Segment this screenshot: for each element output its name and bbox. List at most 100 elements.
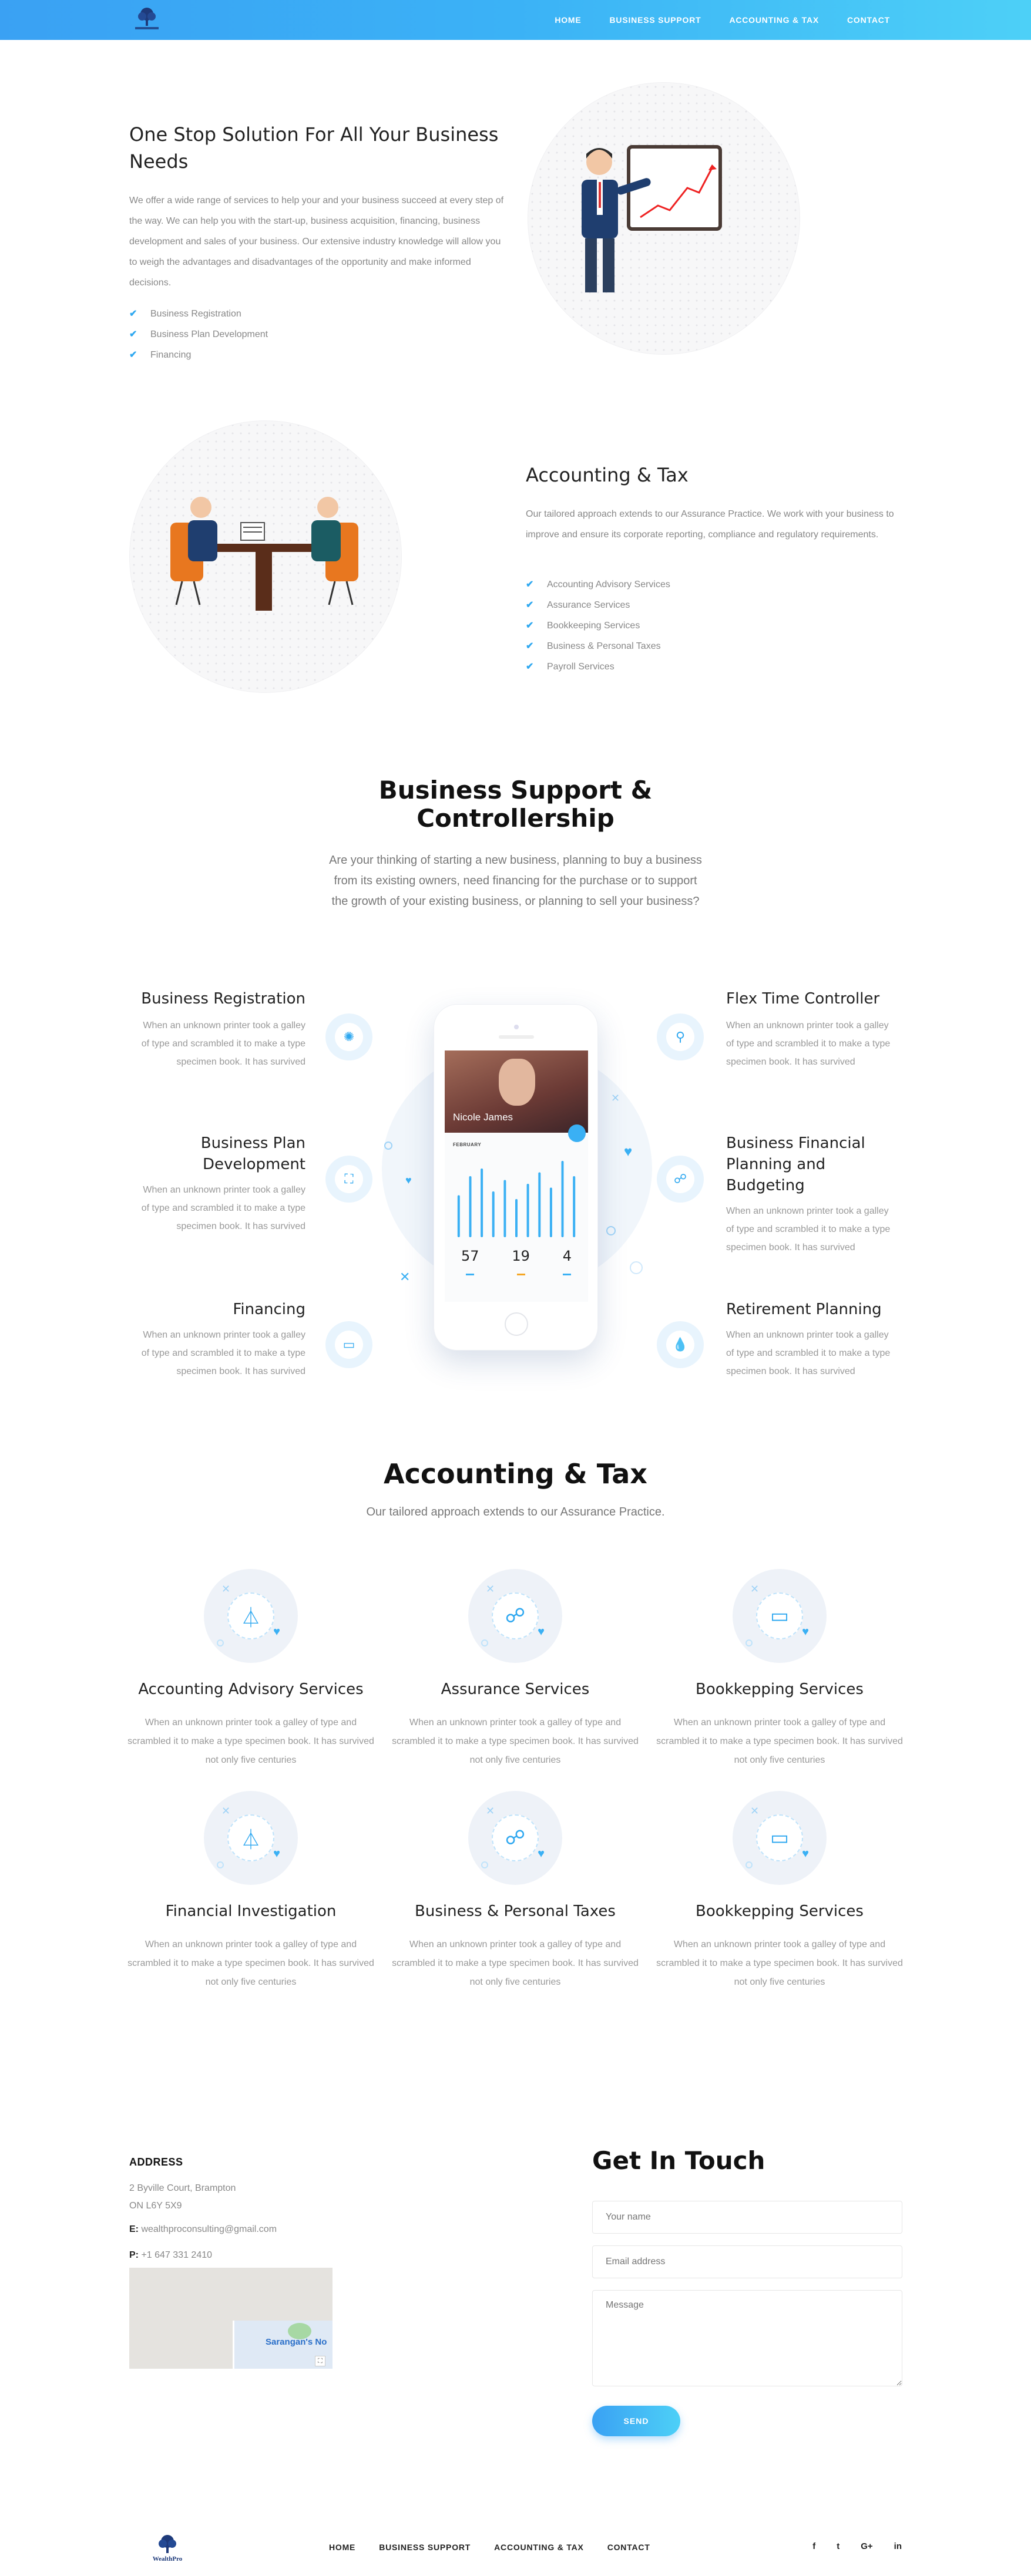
check-icon: ✔ [526,641,534,651]
chart-bar [457,1195,460,1237]
feature-left-1: Business Registration When an unknown pr… [129,988,305,1071]
nav-links: HOME BUSINESS SUPPORT ACCOUNTING & TAX C… [555,0,890,40]
handshake-icon: ✕ ☍ ♥ [468,1569,562,1663]
org-chart-icon: ⛶ [325,1156,372,1203]
nav-business-support[interactable]: BUSINESS SUPPORT [610,15,701,25]
address-heading: ADDRESS [129,2156,183,2168]
brain-icon: ✺ [325,1013,372,1060]
list-item: ✔ Assurance Services [526,595,878,615]
location-pin-icon: ⚲ [657,1013,704,1060]
feature-text: When an unknown printer took a galley of… [726,1021,891,1067]
footer-contact[interactable]: CONTACT [607,2543,650,2552]
logo-tree-icon [135,8,159,29]
list-item: ✔ Business Registration [129,304,482,324]
message-field[interactable] [592,2290,902,2386]
feature-title: Flex Time Controller [726,990,880,1008]
accounting-subtitle: Our tailored approach extends to our Ass… [366,1506,665,1518]
service-card: ✕ ⏃ ♥ Accounting Advisory Services When an… [127,1569,374,1770]
support-subtitle: Are your thinking of starting a new busi… [329,854,702,908]
list-item: ✔ Payroll Services [526,656,878,677]
feature-text: When an unknown printer took a galley of… [141,1185,305,1231]
feature-right-2: Business Financial Planning and Budgetin… [726,1133,902,1257]
feature-title: Business Registration [141,990,305,1008]
chart-bar [469,1176,472,1237]
check-icon: ✔ [526,662,534,672]
feature-text: When an unknown printer took a galley of… [141,1021,305,1067]
footer-home[interactable]: HOME [329,2543,355,2552]
service-name: Bookkepping Services [696,1681,864,1698]
footer-links: HOME BUSINESS SUPPORT ACCOUNTING & TAX C… [329,2543,650,2552]
location-map[interactable]: Sarangan's No ⛶ [129,2268,333,2369]
address-line: ON L6Y 5X9 [129,2201,182,2211]
footer-business-support[interactable]: BUSINESS SUPPORT [379,2543,471,2552]
map-label: Sarangan's No [266,2337,327,2347]
feature-text: When an unknown printer took a galley of… [726,1330,891,1376]
ring-decoration [384,1141,392,1150]
footer-accounting-tax[interactable]: ACCOUNTING & TAX [494,2543,584,2552]
twitter-icon[interactable]: t [837,2541,839,2551]
check-icon: ✔ [129,309,137,319]
fullscreen-icon[interactable]: ⛶ [315,2356,325,2366]
name-field[interactable] [592,2201,902,2234]
accounting-checklist: ✔ Accounting Advisory Services ✔ Assurance… [526,574,878,677]
phone-speaker [499,1035,534,1039]
service-name: Accounting Advisory Services [138,1681,364,1698]
compass-icon: ✕ ⏃ ♥ [204,1791,298,1885]
service-name: Financial Investigation [165,1902,337,1920]
feature-title: Financing [233,1301,305,1318]
stat: 57 [461,1248,479,1275]
linkedin-icon[interactable]: in [894,2541,902,2551]
footer-logo[interactable]: WealthPro [141,2531,194,2568]
contact-email: E: wealthproconsulting@gmail.com [129,2224,277,2234]
heart-icon: ♥ [405,1174,412,1186]
check-icon: ✔ [129,329,137,339]
service-text: When an unknown printer took a galley of… [392,1939,639,1987]
ring-decoration [606,1226,616,1235]
feature-text: When an unknown printer took a galley of… [141,1330,305,1376]
phone-home-button[interactable] [505,1312,528,1336]
feature-title: Business Financial Planning and Budgetin… [726,1134,865,1194]
service-card: ✕ ⏃ ♥ Financial Investigation When an unkn… [127,1791,374,1992]
phone-camera [514,1025,519,1029]
google-plus-icon[interactable]: G+ [861,2541,872,2551]
chart-bar [549,1187,552,1237]
phone-stats: 57 19 4 [445,1248,588,1275]
chart-bar [526,1184,529,1237]
meeting-illustration [170,497,358,611]
contact-phone: P: +1 647 331 2410 [129,2250,213,2260]
profile-action-button[interactable] [568,1124,586,1142]
stat-indicator [563,1274,572,1275]
support-title: Business Support & Controllership [378,776,653,833]
nav-contact[interactable]: CONTACT [847,15,890,25]
handshake-icon: ✕ ☍ ♥ [468,1791,562,1885]
accounting-intro-title: Accounting & Tax [526,464,689,486]
chart-month: FEBRUARY [453,1142,482,1147]
phone-mockup: Nicole James FEBRUARY 57 19 4 [434,1004,598,1351]
chart-bar [503,1180,506,1237]
nav-home[interactable]: HOME [555,15,581,25]
send-button[interactable]: SEND [592,2406,680,2436]
service-name: Business & Personal Taxes [415,1902,616,1920]
chart-bar [538,1172,541,1237]
nav-accounting-tax[interactable]: ACCOUNTING & TAX [729,15,819,25]
facebook-icon[interactable]: f [812,2541,815,2551]
check-icon: ✔ [526,600,534,610]
address-line: 2 Byville Court, Brampton [129,2183,236,2193]
logo-tree-icon [159,2535,176,2553]
heart-icon: ♥ [624,1144,633,1160]
email-field[interactable] [592,2245,902,2278]
service-card: ✕ ▭ ♥ Bookkepping Services When an unknown… [656,1791,903,1992]
service-text: When an unknown printer took a galley of… [127,1939,374,1987]
ring-decoration [630,1261,643,1274]
profile-face [499,1059,535,1106]
stat: 19 [512,1248,530,1275]
feature-text: When an unknown printer took a galley of… [726,1206,891,1252]
profile-name: Nicole James [453,1112,513,1123]
service-name: Bookkepping Services [696,1902,864,1920]
logo[interactable] [129,4,164,36]
service-card: ✕ ▭ ♥ Bookkepping Services When an unknown… [656,1569,903,1770]
list-item: ✔ Business Plan Development [129,324,482,345]
chart-bar [515,1199,518,1237]
monitor-icon: ✕ ▭ ♥ [733,1569,827,1663]
drop-icon: 💧 [657,1321,704,1368]
